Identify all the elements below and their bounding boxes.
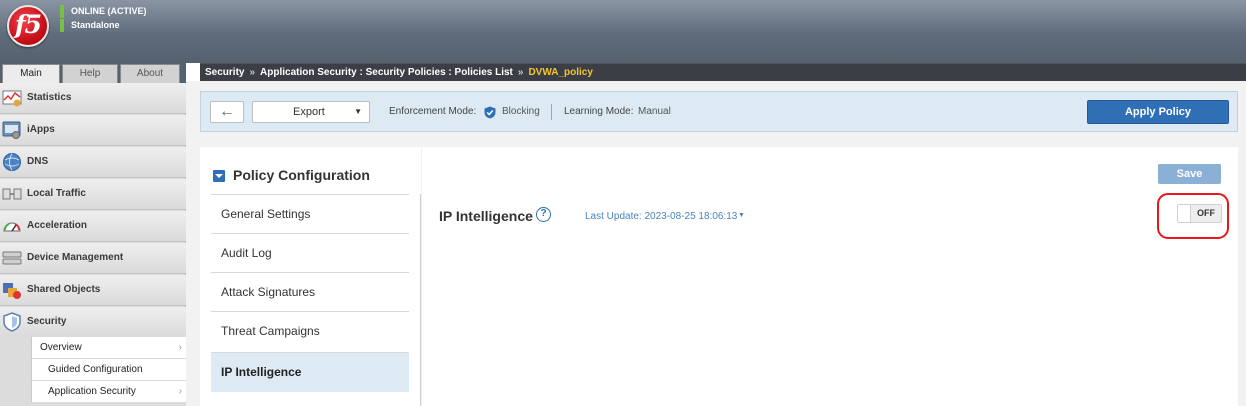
top-header: f5 ONLINE (ACTIVE) Standalone xyxy=(0,0,1246,63)
nav-iapps-label: iApps xyxy=(27,124,55,135)
device-mode: Standalone xyxy=(60,19,120,32)
breadcrumb-policies-list[interactable]: Application Security : Security Policies… xyxy=(260,67,513,78)
chevron-right-icon: › xyxy=(178,342,182,353)
policy-configuration-header[interactable]: Policy Configuration xyxy=(200,147,421,194)
nav-local-traffic-label: Local Traffic xyxy=(27,188,86,199)
device-status: ONLINE (ACTIVE) xyxy=(60,5,147,18)
tab-help[interactable]: Help xyxy=(62,64,118,83)
policy-item-audit-log[interactable]: Audit Log xyxy=(211,233,409,273)
policy-item-general-settings[interactable]: General Settings xyxy=(211,194,409,234)
local-traffic-icon xyxy=(2,188,22,200)
back-button[interactable]: ← xyxy=(210,101,244,123)
iapps-icon xyxy=(2,121,21,139)
tab-about[interactable]: About xyxy=(120,64,180,83)
nav-device-management-label: Device Management xyxy=(27,252,124,263)
nav-iapps[interactable]: iApps xyxy=(0,115,186,146)
breadcrumb-current-policy: DVWA_policy xyxy=(528,67,593,78)
breadcrumb-separator: » xyxy=(517,67,524,78)
learning-mode-label: Learning Mode: xyxy=(564,106,634,117)
ip-intelligence-toggle[interactable]: OFF xyxy=(1177,204,1222,223)
nav-local-traffic[interactable]: Local Traffic xyxy=(0,179,186,210)
nav-security-label: Security xyxy=(27,316,67,327)
submenu-guided-configuration[interactable]: Guided Configuration xyxy=(31,359,186,381)
statistics-icon xyxy=(2,90,22,107)
ip-intelligence-panel: Save IP Intelligence ? Last Update: 2023… xyxy=(422,147,1238,406)
left-tab-strip: Main Help About xyxy=(0,63,186,84)
policy-item-threat-campaigns[interactable]: Threat Campaigns xyxy=(211,311,409,351)
apply-policy-button[interactable]: Apply Policy xyxy=(1087,100,1229,124)
submenu-overview[interactable]: Overview › xyxy=(31,337,186,359)
shield-icon xyxy=(3,312,21,332)
chevron-right-icon: › xyxy=(178,386,182,397)
submenu-application-security-label: Application Security xyxy=(48,386,136,397)
export-dropdown[interactable]: Export ▼ xyxy=(252,101,370,123)
caret-down-icon[interactable]: ▼ xyxy=(738,212,745,219)
security-submenu: Overview › Guided Configuration Applicat… xyxy=(0,337,186,406)
dns-globe-icon xyxy=(3,153,21,171)
nav-dns-label: DNS xyxy=(27,156,49,167)
submenu-guided-configuration-label: Guided Configuration xyxy=(48,364,143,375)
f5-logo[interactable]: f5 xyxy=(7,5,49,47)
enforcement-mode-label: Enforcement Mode: xyxy=(389,106,477,117)
toolbar-divider xyxy=(551,104,552,120)
tab-main[interactable]: Main xyxy=(2,64,60,84)
collapse-toggle-icon[interactable] xyxy=(213,170,225,182)
policy-item-attack-signatures[interactable]: Attack Signatures xyxy=(211,272,409,312)
policy-item-ip-intelligence[interactable]: IP Intelligence xyxy=(211,352,409,392)
nav-shared-objects-label: Shared Objects xyxy=(27,284,101,295)
page-title: IP Intelligence xyxy=(439,208,533,224)
shared-objects-icon xyxy=(3,283,21,299)
nav-acceleration-label: Acceleration xyxy=(27,220,88,231)
policy-configuration-panel: Policy Configuration General Settings Au… xyxy=(200,147,421,406)
policy-configuration-title: Policy Configuration xyxy=(233,167,370,183)
shield-check-icon xyxy=(484,106,496,119)
submenu-overview-label: Overview xyxy=(40,342,82,353)
last-update-link[interactable]: Last Update: 2023-08-25 18:06:13 xyxy=(585,211,737,222)
caret-down-icon: ▼ xyxy=(354,107,362,116)
save-button[interactable]: Save xyxy=(1158,164,1221,184)
submenu-application-security[interactable]: Application Security › xyxy=(31,381,186,403)
breadcrumb: Security » Application Security : Security… xyxy=(200,63,1246,81)
left-navigation: Statistics iApps DNS Local Traffic Accel… xyxy=(0,83,186,406)
policy-toolbar: ← Export ▼ Enforcement Mode: Blocking Le… xyxy=(200,91,1238,132)
nav-device-management[interactable]: Device Management xyxy=(0,243,186,274)
export-label: Export xyxy=(293,106,325,118)
nav-security[interactable]: Security xyxy=(0,307,186,338)
enforcement-mode-value: Blocking xyxy=(502,106,540,117)
breadcrumb-security[interactable]: Security xyxy=(205,67,244,78)
nav-acceleration[interactable]: Acceleration xyxy=(0,211,186,242)
nav-statistics-label: Statistics xyxy=(27,92,72,103)
learning-mode-value: Manual xyxy=(638,106,671,117)
device-icon xyxy=(2,251,22,265)
nav-statistics[interactable]: Statistics xyxy=(0,83,186,114)
breadcrumb-separator: » xyxy=(249,67,256,78)
nav-dns[interactable]: DNS xyxy=(0,147,186,178)
gauge-icon xyxy=(3,222,21,232)
nav-shared-objects[interactable]: Shared Objects xyxy=(0,275,186,306)
help-icon[interactable]: ? xyxy=(536,207,551,222)
toggle-state-label: OFF xyxy=(1190,205,1221,222)
